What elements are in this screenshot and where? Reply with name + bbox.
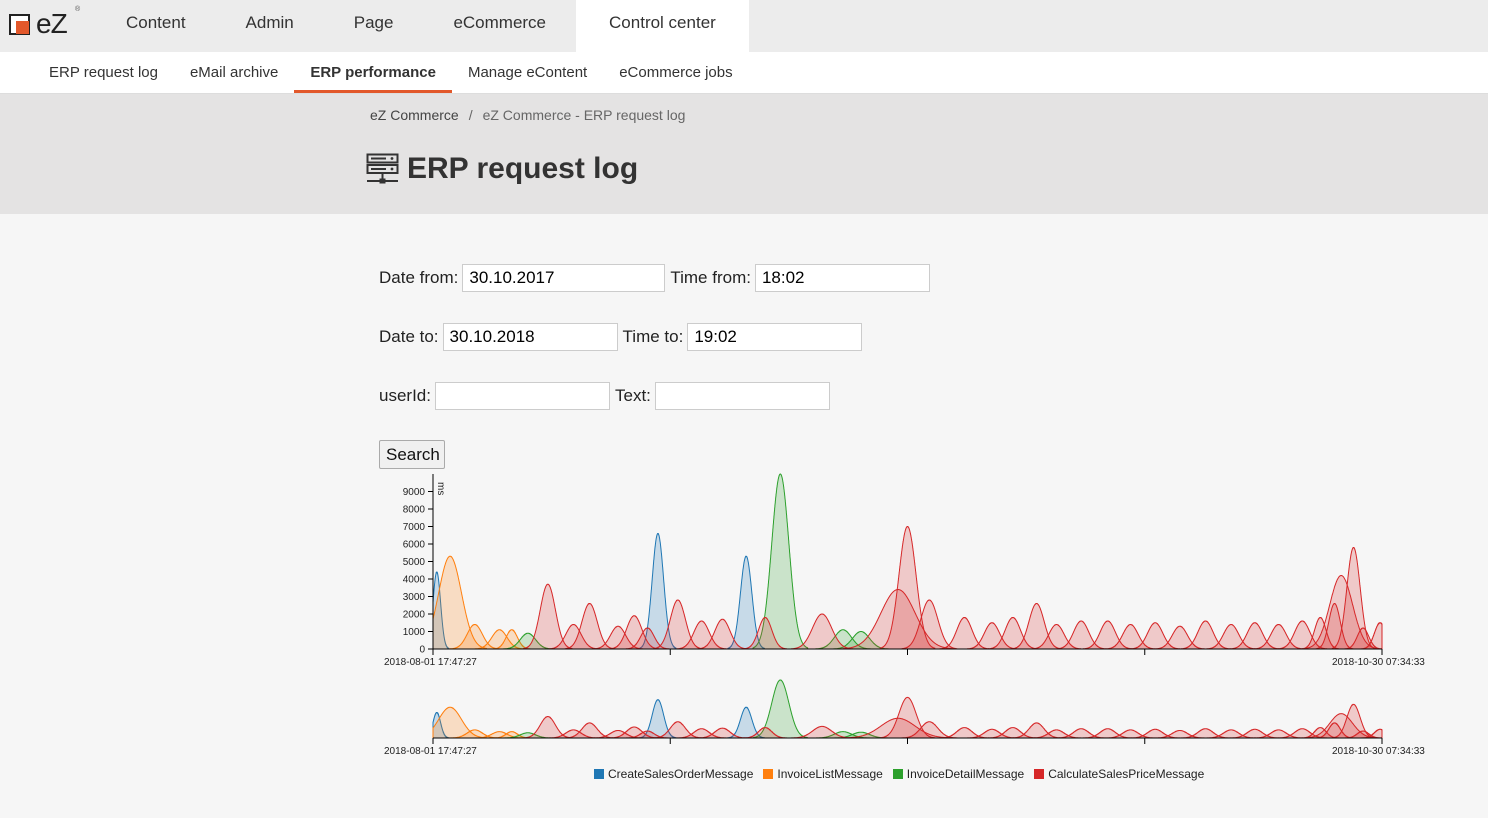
y-tick-label: 1000 [403,627,426,638]
userid-label: userId: [379,386,431,405]
date-to-label: Date to: [379,327,439,346]
y-tick-label: 0 [419,645,425,656]
legend-item: CalculateSalesPriceMessage [1034,767,1204,781]
legend-label: InvoiceDetailMessage [906,767,1025,781]
subnav-manage-econtent[interactable]: Manage eContent [452,52,603,93]
breadcrumb-separator: / [468,107,473,123]
x-tick-label-end: 2018-10-30 07:34:33 [1332,746,1425,757]
search-button[interactable]: Search [379,440,445,469]
subnav-erp-request-log[interactable]: ERP request log [33,52,174,93]
y-axis-label: ms [435,482,446,495]
x-tick-label-start: 2018-08-01 17:47:27 [384,657,477,668]
legend-swatch [763,769,774,779]
legend-swatch [892,769,903,779]
chart-series-1 [432,555,531,650]
top-bar: eZ ® Content Admin Page eCommerce Contro… [0,0,1488,52]
text-label: Text: [614,386,651,405]
page-header: eZ Commerce / eZ Commerce - ERP request lo… [0,94,1488,214]
time-from-label: Time from: [670,268,751,287]
date-from-input[interactable] [462,264,666,292]
subnav-erp-performance[interactable]: ERP performance [294,52,452,93]
topnav-admin[interactable]: Admin [216,0,324,52]
userid-input[interactable] [434,382,610,410]
breadcrumb: eZ Commerce / eZ Commerce - ERP request lo… [370,107,685,123]
subnav-ecommerce-jobs[interactable]: eCommerce jobs [603,52,748,93]
x-tick-label-start: 2018-08-01 17:47:27 [384,746,477,757]
date-to-row: Date to: Time to: [379,323,867,351]
logo-text: eZ [36,8,68,39]
performance-chart: 2018-08-01 17:47:27 2018-10-30 07:34:33 0 1… [384,473,1425,757]
y-tick-label: 9000 [403,487,426,498]
text-input[interactable] [654,382,830,410]
y-tick-label: 2000 [403,610,426,621]
x-tick-label-end: 2018-10-30 07:34:33 [1332,657,1425,668]
chart-series-2 [503,473,889,650]
legend-swatch [594,769,604,779]
main-chart-area: 2018-08-01 17:47:27 2018-10-30 07:34:33 0 1… [384,473,1425,668]
y-tick-label: 5000 [403,557,426,568]
legend-item: InvoiceListMessage [763,767,883,781]
topnav-ecommerce[interactable]: eCommerce [423,0,576,52]
chart-legend: CreateSalesOrderMessage InvoiceListMessa… [594,767,1214,781]
logo-registered-mark: ® [75,6,81,13]
filter-row: userId: Text: [379,382,835,410]
time-from-input[interactable] [754,264,930,292]
date-from-row: Date from: Time from: [379,264,935,292]
y-tick-label: 7000 [403,522,426,533]
time-to-input[interactable] [687,323,863,351]
page-title: ERP request log [407,152,639,185]
chart-series-2 [503,679,889,739]
logo-mark-icon [9,14,30,35]
legend-label: InvoiceListMessage [777,767,883,781]
context-chart-area[interactable]: 2018-08-01 17:47:27 2018-10-30 07:34:33 [384,679,1425,757]
topnav-content[interactable]: Content [96,0,216,52]
legend-label: CalculateSalesPriceMessage [1048,767,1205,781]
breadcrumb-current: eZ Commerce - ERP request log [482,107,686,123]
time-to-label: Time to: [622,327,684,346]
breadcrumb-root[interactable]: eZ Commerce [370,107,459,123]
y-tick-label: 4000 [403,575,426,586]
topnav-control-center[interactable]: Control center [576,0,749,52]
y-tick-label: 3000 [403,592,426,603]
legend-label: CreateSalesOrderMessage [608,767,754,781]
ez-logo[interactable]: eZ ® [6,4,86,44]
subnav-email-archive[interactable]: eMail archive [174,52,294,93]
y-tick-label: 8000 [403,505,426,516]
legend-swatch [1034,769,1045,779]
legend-item: CreateSalesOrderMessage [594,767,753,781]
date-to-input[interactable] [442,323,618,351]
topnav-page[interactable]: Page [324,0,424,52]
chart-series-1 [432,706,530,739]
server-icon [366,153,399,184]
main-navigation: Content Admin Page eCommerce Control cen… [96,0,749,52]
y-tick-label: 6000 [403,540,426,551]
legend-item: InvoiceDetailMessage [892,767,1025,781]
date-from-label: Date from: [379,268,459,287]
sub-navigation: ERP request log eMail archive ERP perfor… [0,52,1488,94]
